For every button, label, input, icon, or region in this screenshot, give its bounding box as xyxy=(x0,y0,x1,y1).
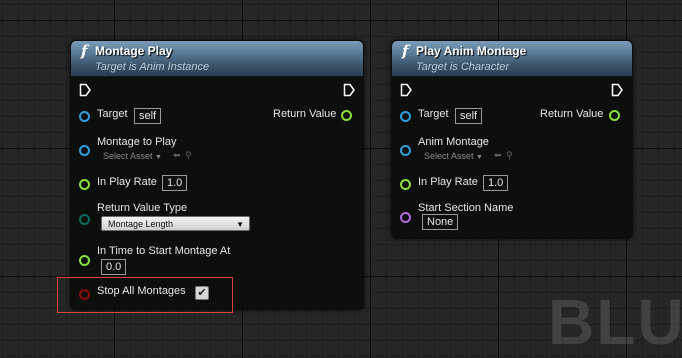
in-time-to-start-label: In Time to Start Montage At xyxy=(97,245,231,257)
node-subtitle: Target is Character xyxy=(416,61,510,73)
return-value-label: Return Value xyxy=(273,108,337,120)
node-header[interactable]: f Montage Play Target is Anim Instance xyxy=(71,41,363,77)
select-asset-dropdown[interactable]: Select Asset ▼ xyxy=(422,151,485,163)
exec-out-icon[interactable] xyxy=(611,83,623,97)
exec-in-icon[interactable] xyxy=(400,83,412,97)
blueprint-watermark: BLUE xyxy=(548,286,682,358)
montage-to-play-label: Montage to Play xyxy=(97,136,177,148)
browse-asset-search-icon[interactable]: ⚲ xyxy=(185,150,192,161)
use-asset-arrow-icon[interactable]: ⬅ xyxy=(173,150,181,161)
chevron-down-icon: ▼ xyxy=(236,220,244,229)
in-play-rate-pin[interactable] xyxy=(400,179,411,190)
in-play-rate-value[interactable]: 1.0 xyxy=(483,175,509,191)
exec-out-icon[interactable] xyxy=(343,83,355,97)
node-title: Play Anim Montage xyxy=(416,44,527,58)
function-icon: f xyxy=(402,42,409,60)
in-play-rate-value[interactable]: 1.0 xyxy=(162,175,188,191)
select-asset-dropdown[interactable]: Select Asset ▼ xyxy=(101,151,164,163)
target-label: Target xyxy=(418,108,449,120)
montage-play-node[interactable]: f Montage Play Target is Anim Instance T… xyxy=(70,40,364,310)
target-pin[interactable] xyxy=(400,111,411,122)
in-time-to-start-value[interactable]: 0.0 xyxy=(101,259,127,275)
in-play-rate-label: In Play Rate xyxy=(418,176,478,188)
in-play-rate-label: In Play Rate xyxy=(97,176,157,188)
node-title: Montage Play xyxy=(95,44,173,58)
in-time-to-start-pin[interactable] xyxy=(79,255,90,266)
return-value-pin[interactable] xyxy=(609,110,620,121)
start-section-name-pin[interactable] xyxy=(400,212,411,223)
start-section-name-value[interactable]: None xyxy=(422,214,459,230)
target-label: Target xyxy=(97,108,128,120)
play-anim-montage-node[interactable]: f Play Anim Montage Target is Character … xyxy=(391,40,633,239)
return-value-type-label: Return Value Type xyxy=(97,202,188,214)
browse-asset-search-icon[interactable]: ⚲ xyxy=(506,150,513,161)
node-subtitle: Target is Anim Instance xyxy=(95,61,210,73)
start-section-name-label: Start Section Name xyxy=(418,202,514,214)
exec-in-icon[interactable] xyxy=(79,83,91,97)
node-header[interactable]: f Play Anim Montage Target is Character xyxy=(392,41,632,77)
return-value-label: Return Value xyxy=(540,108,604,120)
target-value[interactable]: self xyxy=(455,108,483,124)
anim-montage-pin[interactable] xyxy=(400,145,411,156)
target-value[interactable]: self xyxy=(134,108,162,124)
use-asset-arrow-icon[interactable]: ⬅ xyxy=(494,150,502,161)
return-value-type-pin[interactable] xyxy=(79,214,90,225)
montage-to-play-pin[interactable] xyxy=(79,145,90,156)
highlight-rectangle xyxy=(57,277,233,313)
return-value-pin[interactable] xyxy=(341,110,352,121)
in-play-rate-pin[interactable] xyxy=(79,179,90,190)
target-pin[interactable] xyxy=(79,111,90,122)
function-icon: f xyxy=(81,42,88,60)
return-value-type-dropdown[interactable]: Montage Length ▼ xyxy=(101,216,250,231)
anim-montage-label: Anim Montage xyxy=(418,136,489,148)
